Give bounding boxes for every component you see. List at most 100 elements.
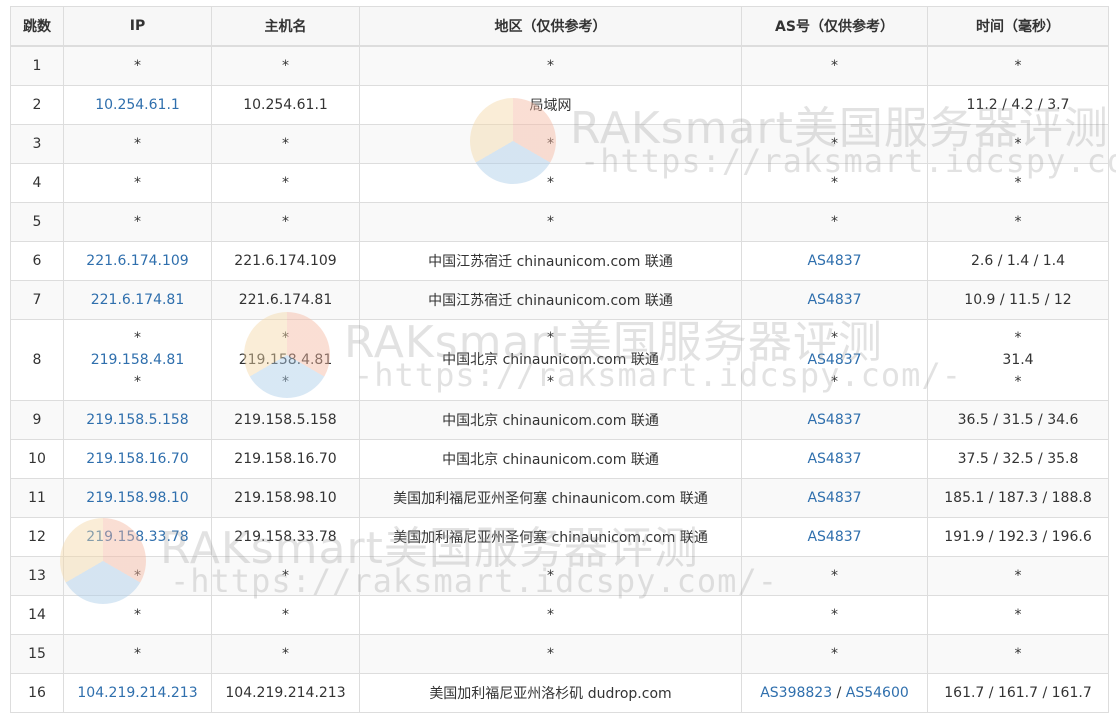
cell-as-number: AS4837 [741, 478, 928, 518]
cell-as-number: * [741, 634, 928, 674]
header-as-number: AS号（仅供参考） [741, 6, 928, 47]
as-link[interactable]: AS4837 [807, 253, 861, 269]
table-row: 12 219.158.33.78 219.158.33.78 美国加利福尼亚州圣何塞 … [10, 517, 1109, 557]
cell-text: * [134, 330, 141, 346]
as-link[interactable]: AS4837 [807, 529, 861, 545]
traceroute-table: 跳数 IP 主机名 地区（仅供参考） AS号（仅供参考） 时间（毫秒） 1 * * *… [10, 6, 1109, 713]
table-row: 16 104.219.214.213 104.219.214.213 美国加利福尼亚州… [10, 673, 1109, 713]
cell-hop: 8 [10, 319, 64, 401]
cell-hop: 14 [10, 595, 64, 635]
ip-link[interactable]: 219.158.98.10 [86, 490, 188, 506]
ip-link[interactable]: 219.158.33.78 [86, 529, 188, 545]
cell-text: * [282, 330, 289, 346]
ip-link[interactable]: 221.6.174.109 [86, 253, 188, 269]
cell-region: 局域网 [359, 85, 742, 125]
cell-as-number: * [741, 556, 928, 596]
cell-ip: 221.6.174.109 [63, 241, 212, 281]
cell-region: 中国江苏宿迁 chinaunicom.com 联通 [359, 280, 742, 320]
cell-hop: 13 [10, 556, 64, 596]
as-link[interactable]: AS4837 [807, 412, 861, 428]
as-link[interactable]: AS54600 [846, 685, 909, 701]
cell-hostname: 10.254.61.1 [211, 85, 360, 125]
cell-hostname: * [211, 124, 360, 164]
ip-link[interactable]: 104.219.214.213 [77, 685, 197, 701]
cell-as-number: AS4837 [741, 241, 928, 281]
cell-hostname: 219.158.5.158 [211, 400, 360, 440]
cell-time: 11.2 / 4.2 / 3.7 [927, 85, 1109, 125]
as-link[interactable]: AS4837 [807, 490, 861, 506]
cell-text: * [547, 330, 554, 346]
cell-hop: 7 [10, 280, 64, 320]
cell-hop: 12 [10, 517, 64, 557]
table-row: 11 219.158.98.10 219.158.98.10 美国加利福尼亚州圣何塞 … [10, 478, 1109, 518]
cell-time: 161.7 / 161.7 / 161.7 [927, 673, 1109, 713]
header-region: 地区（仅供参考） [359, 6, 742, 47]
cell-hop: 15 [10, 634, 64, 674]
cell-region: * [359, 124, 742, 164]
cell-region: * 中国北京 chinaunicom.com 联通 * [359, 319, 742, 401]
cell-hostname: 219.158.98.10 [211, 478, 360, 518]
cell-time: 2.6 / 1.4 / 1.4 [927, 241, 1109, 281]
cell-as-number: * AS4837 * [741, 319, 928, 401]
as-separator: / [832, 685, 846, 701]
cell-region: * [359, 45, 742, 86]
ip-link[interactable]: 219.158.4.81 [68, 349, 207, 371]
cell-hop: 5 [10, 202, 64, 242]
cell-as-number: * [741, 124, 928, 164]
table-row: 5 * * * * * [10, 202, 1109, 242]
as-link[interactable]: AS4837 [746, 349, 923, 371]
table-row: 2 10.254.61.1 10.254.61.1 局域网 11.2 / 4.2 / 3… [10, 85, 1109, 125]
cell-ip: * [63, 45, 212, 86]
cell-time: 191.9 / 192.3 / 196.6 [927, 517, 1109, 557]
cell-hop: 6 [10, 241, 64, 281]
cell-hostname: * 219.158.4.81 * [211, 319, 360, 401]
as-link[interactable]: AS398823 [760, 685, 832, 701]
table-row: 3 * * * * * [10, 124, 1109, 164]
cell-as-number: AS4837 [741, 517, 928, 557]
cell-as-number: * [741, 45, 928, 86]
ip-link[interactable]: 219.158.16.70 [86, 451, 188, 467]
cell-as-number: * [741, 163, 928, 203]
cell-text: 31.4 [1002, 352, 1034, 368]
cell-region: * [359, 163, 742, 203]
cell-region: 中国江苏宿迁 chinaunicom.com 联通 [359, 241, 742, 281]
cell-hop: 4 [10, 163, 64, 203]
table-row: 8 * 219.158.4.81 * * 219.158.4.81 * * 中国北京 china… [10, 319, 1109, 401]
cell-region: 中国北京 chinaunicom.com 联通 [359, 400, 742, 440]
cell-region: 中国北京 chinaunicom.com 联通 [359, 439, 742, 479]
cell-hostname: * [211, 595, 360, 635]
cell-as-number [741, 85, 928, 125]
header-time-ms: 时间（毫秒） [927, 6, 1109, 47]
cell-hop: 1 [10, 45, 64, 86]
cell-text: * [1014, 330, 1022, 346]
table-row: 14 * * * * * [10, 595, 1109, 635]
cell-ip: * [63, 634, 212, 674]
cell-ip: * [63, 202, 212, 242]
cell-ip: * [63, 163, 212, 203]
cell-time: 36.5 / 31.5 / 34.6 [927, 400, 1109, 440]
ip-link[interactable]: 10.254.61.1 [95, 97, 180, 113]
table-row: 9 219.158.5.158 219.158.5.158 中国北京 chinauni… [10, 400, 1109, 440]
ip-link[interactable]: 219.158.5.158 [86, 412, 188, 428]
ip-link[interactable]: 221.6.174.81 [91, 292, 185, 308]
as-link[interactable]: AS4837 [807, 292, 861, 308]
cell-text: * [282, 374, 289, 390]
cell-hostname: 219.158.16.70 [211, 439, 360, 479]
cell-ip: 219.158.5.158 [63, 400, 212, 440]
cell-ip: 221.6.174.81 [63, 280, 212, 320]
cell-region: * [359, 634, 742, 674]
cell-ip: 219.158.98.10 [63, 478, 212, 518]
table-row: 13 * * * * * [10, 556, 1109, 596]
cell-time: * [927, 595, 1109, 635]
table-row: 1 * * * * * [10, 45, 1109, 86]
cell-ip: 219.158.16.70 [63, 439, 212, 479]
cell-text: * [831, 330, 838, 346]
cell-text: * [831, 374, 838, 390]
cell-as-number: AS4837 [741, 400, 928, 440]
cell-hop: 9 [10, 400, 64, 440]
table-header-row: 跳数 IP 主机名 地区（仅供参考） AS号（仅供参考） 时间（毫秒） [10, 6, 1109, 47]
cell-time: * [927, 124, 1109, 164]
cell-as-number: AS4837 [741, 439, 928, 479]
as-link[interactable]: AS4837 [807, 451, 861, 467]
table-row: 7 221.6.174.81 221.6.174.81 中国江苏宿迁 chinauni… [10, 280, 1109, 320]
